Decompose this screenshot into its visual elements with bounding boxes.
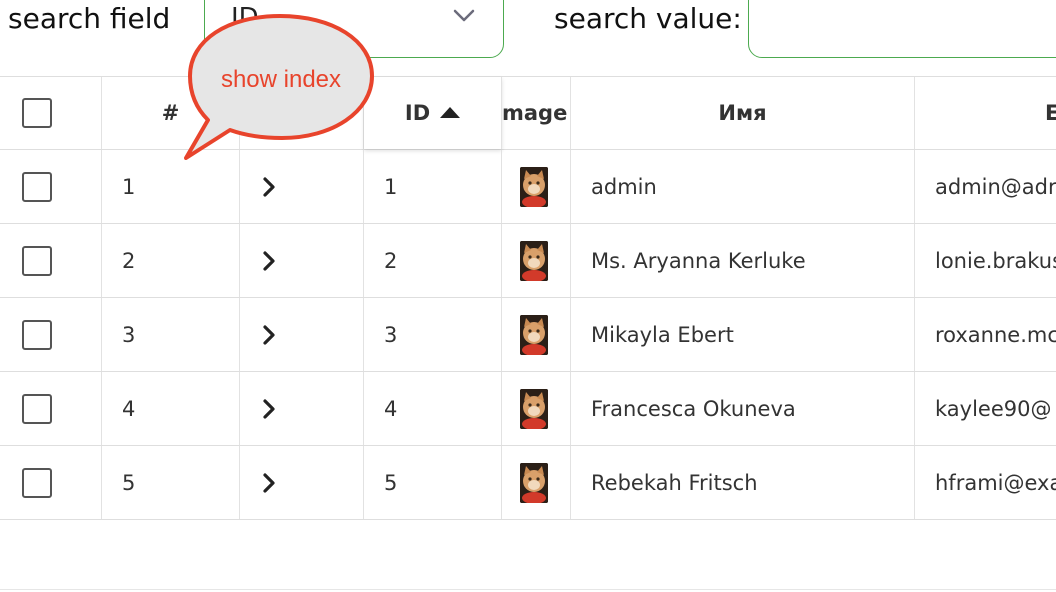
row-email-cell: admin@adr [915,150,1056,223]
row-email-cell: lonie.brakus [915,224,1056,297]
chevron-down-icon [453,9,475,22]
cat-thumbnail-image [520,166,548,207]
row-expand-cell [240,372,364,445]
chevron-right-icon[interactable] [262,250,276,271]
row-index: 4 [122,396,136,421]
row-select-cell [0,372,102,445]
row-index-cell: 2 [102,224,240,297]
row-name-cell: Ms. Aryanna Kerluke [571,224,915,297]
row-email-cell: kaylee90@ [915,372,1056,445]
chevron-right-icon[interactable] [262,324,276,345]
row-select-cell [0,150,102,223]
header-email[interactable]: E [915,77,1056,149]
row-select-cell [0,224,102,297]
search-value-label: search value: [554,2,742,35]
header-name[interactable]: Имя [571,77,915,149]
header-image[interactable]: mage [502,77,571,149]
row-id: 2 [384,248,398,273]
row-id-cell: 5 [364,446,502,519]
header-id[interactable]: ID [364,77,502,149]
row-image-cell [502,224,571,297]
row-checkbox[interactable] [22,245,52,276]
row-image-cell [502,298,571,371]
select-all-checkbox[interactable] [22,98,52,128]
row-expand-cell [240,224,364,297]
row-index: 5 [122,470,136,495]
row-expand-cell [240,150,364,223]
row-id-cell: 4 [364,372,502,445]
cat-thumbnail-image [520,240,548,281]
row-name-cell: Rebekah Fritsch [571,446,915,519]
header-select-all-cell [0,77,102,149]
search-value-input[interactable] [748,0,1056,58]
table-row[interactable]: 2 2 Ms. Aryanna Kerluke lonie.brakus [0,224,1056,298]
row-name: admin [591,174,657,199]
row-index: 1 [122,174,136,199]
row-checkbox[interactable] [22,467,52,498]
header-index-label: # [161,101,180,125]
row-email-cell: hframi@exa [915,446,1056,519]
cat-thumbnail-image [520,388,548,429]
row-index-cell: 3 [102,298,240,371]
header-image-label: mage [502,101,568,125]
row-name: Francesca Okuneva [591,396,796,421]
row-name: Mikayla Ebert [591,322,734,347]
callout-text: show index [220,66,342,93]
table-row[interactable]: 4 4 Francesca Okuneva kaylee90@ [0,372,1056,446]
row-checkbox[interactable] [22,393,52,424]
row-email-cell: roxanne.mc [915,298,1056,371]
table-row[interactable]: 1 1 admin admin@adr [0,150,1056,224]
row-email: admin@adr [935,174,1056,199]
row-select-cell [0,298,102,371]
cat-thumbnail-image [520,462,548,503]
row-id: 5 [384,470,398,495]
chevron-right-icon[interactable] [262,176,276,197]
row-image-cell [502,150,571,223]
row-id-cell: 3 [364,298,502,371]
row-select-cell [0,446,102,519]
search-field-select[interactable]: ID [204,0,504,58]
row-name-cell: Mikayla Ebert [571,298,915,371]
table-header-row: # ID mage Имя E [0,76,1056,150]
search-field-selected-value: ID [231,3,259,33]
row-name-cell: Francesca Okuneva [571,372,915,445]
row-image-cell [502,372,571,445]
row-id: 1 [384,174,398,199]
row-checkbox[interactable] [22,171,52,202]
search-field-label: search field [8,2,171,35]
chevron-right-icon[interactable] [262,398,276,419]
table-row[interactable]: 5 5 Rebekah Fritsch hframi@exa [0,446,1056,520]
row-index-cell: 5 [102,446,240,519]
row-name: Rebekah Fritsch [591,470,758,495]
row-email: hframi@exa [935,470,1056,495]
header-id-label: ID [404,101,431,125]
table-footer-divider [0,589,1056,590]
row-email: roxanne.mc [935,322,1056,347]
header-email-label: E [1045,101,1056,125]
row-email: kaylee90@ [935,396,1052,421]
row-image-cell [502,446,571,519]
row-id-cell: 1 [364,150,502,223]
row-expand-cell [240,298,364,371]
row-expand-cell [240,446,364,519]
row-checkbox[interactable] [22,319,52,350]
row-id-cell: 2 [364,224,502,297]
row-index: 2 [122,248,136,273]
header-name-label: Имя [718,101,767,125]
table-row[interactable]: 3 3 Mikayla Ebert roxanne.mc [0,298,1056,372]
cat-thumbnail-image [520,314,548,355]
row-index-cell: 4 [102,372,240,445]
row-name-cell: admin [571,150,915,223]
row-name: Ms. Aryanna Kerluke [591,248,806,273]
chevron-right-icon[interactable] [262,472,276,493]
row-id: 4 [384,396,398,421]
row-id: 3 [384,322,398,347]
row-index-cell: 1 [102,150,240,223]
sort-ascending-icon [440,106,461,118]
row-email: lonie.brakus [935,248,1056,273]
row-index: 3 [122,322,136,347]
